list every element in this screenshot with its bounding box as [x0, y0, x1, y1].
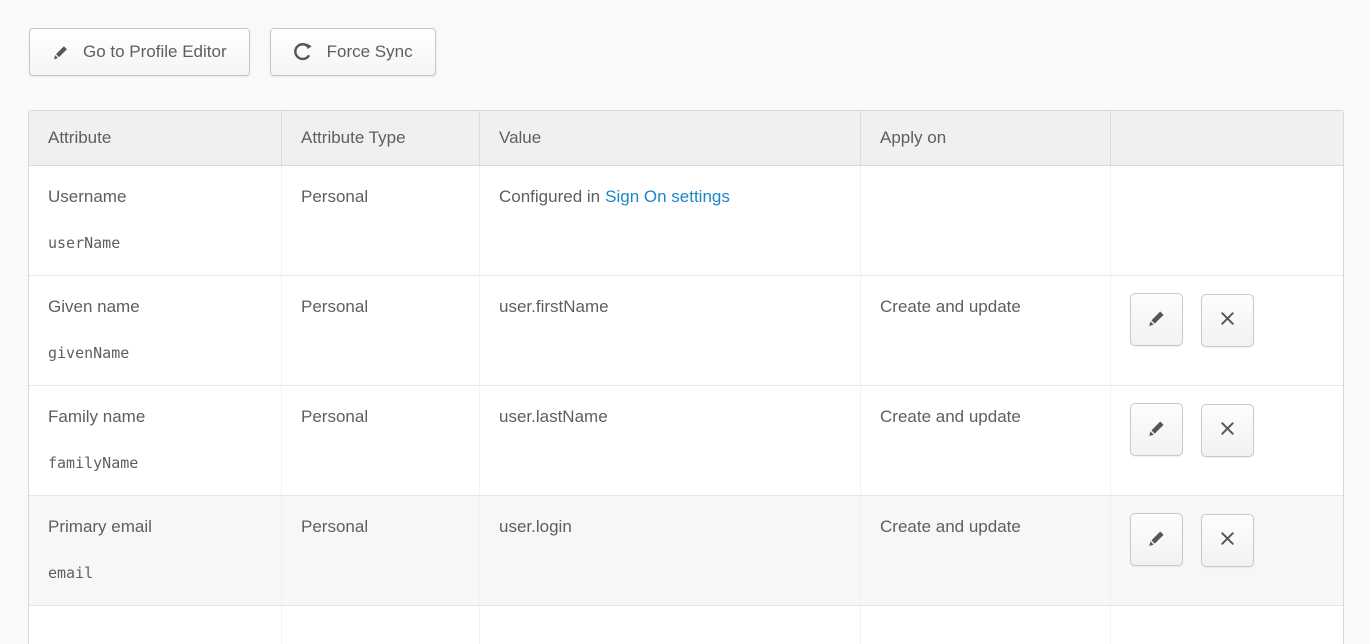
x-icon	[1218, 529, 1237, 551]
value-cell: Configured in Sign On settings	[479, 166, 860, 275]
attribute-label: Family name	[48, 407, 145, 426]
go-to-profile-editor-button[interactable]: Go to Profile Editor	[29, 28, 250, 76]
column-header-actions	[1110, 111, 1343, 165]
value-cell: user.lastName	[479, 386, 860, 495]
go-to-profile-editor-label: Go to Profile Editor	[83, 42, 227, 62]
value-cell: user.login	[479, 496, 860, 605]
apply-on-cell	[860, 166, 1110, 275]
value-prefix: Configured in	[499, 187, 600, 206]
x-icon	[1218, 419, 1237, 441]
attribute-variable: familyName	[48, 454, 271, 472]
attribute-type-cell: Personal	[281, 386, 479, 495]
sign-on-settings-link[interactable]: Sign On settings	[605, 187, 730, 206]
toolbar: Go to Profile Editor Force Sync	[29, 28, 1370, 76]
attribute-variable: email	[48, 564, 271, 582]
column-header-value: Value	[479, 111, 860, 165]
attribute-type-cell: Personal	[281, 276, 479, 385]
value-cell	[479, 606, 860, 644]
table-row	[29, 606, 1343, 644]
delete-attribute-button[interactable]	[1201, 404, 1254, 457]
attribute-cell	[29, 606, 281, 644]
table-row: Given name givenName Personal user.first…	[29, 276, 1343, 386]
refresh-icon	[293, 42, 314, 63]
table-row: Family name familyName Personal user.las…	[29, 386, 1343, 496]
force-sync-button[interactable]: Force Sync	[270, 28, 436, 76]
edit-attribute-button[interactable]	[1130, 293, 1183, 346]
attribute-type-cell: Personal	[281, 166, 479, 275]
table-row: Primary email email Personal user.login …	[29, 496, 1343, 606]
apply-on-cell: Create and update	[860, 276, 1110, 385]
attribute-type-cell	[281, 606, 479, 644]
edit-attribute-button[interactable]	[1130, 513, 1183, 566]
column-header-apply-on: Apply on	[860, 111, 1110, 165]
pencil-icon	[52, 43, 70, 61]
pencil-icon	[1147, 418, 1167, 441]
delete-attribute-button[interactable]	[1201, 514, 1254, 567]
apply-on-cell: Create and update	[860, 496, 1110, 605]
actions-cell	[1110, 166, 1343, 275]
attribute-cell: Family name familyName	[29, 386, 281, 495]
attribute-cell: Primary email email	[29, 496, 281, 605]
actions-cell	[1110, 276, 1343, 385]
attribute-variable: userName	[48, 234, 271, 252]
attribute-variable: givenName	[48, 344, 271, 362]
pencil-icon	[1147, 528, 1167, 551]
attribute-mappings-table: Attribute Attribute Type Value Apply on …	[28, 110, 1344, 644]
attribute-cell: Given name givenName	[29, 276, 281, 385]
column-header-attribute-type: Attribute Type	[281, 111, 479, 165]
apply-on-cell: Create and update	[860, 386, 1110, 495]
table-row: Username userName Personal Configured in…	[29, 166, 1343, 276]
attribute-cell: Username userName	[29, 166, 281, 275]
apply-on-cell	[860, 606, 1110, 644]
pencil-icon	[1147, 308, 1167, 331]
attribute-label: Primary email	[48, 517, 152, 536]
column-header-attribute: Attribute	[29, 111, 281, 165]
attribute-label: Given name	[48, 297, 140, 316]
value-cell: user.firstName	[479, 276, 860, 385]
attribute-label: Username	[48, 187, 126, 206]
edit-attribute-button[interactable]	[1130, 403, 1183, 456]
delete-attribute-button[interactable]	[1201, 294, 1254, 347]
actions-cell	[1110, 386, 1343, 495]
force-sync-label: Force Sync	[327, 42, 413, 62]
attribute-type-cell: Personal	[281, 496, 479, 605]
actions-cell	[1110, 496, 1343, 605]
x-icon	[1218, 309, 1237, 331]
table-header-row: Attribute Attribute Type Value Apply on	[29, 111, 1343, 166]
actions-cell	[1110, 606, 1343, 644]
